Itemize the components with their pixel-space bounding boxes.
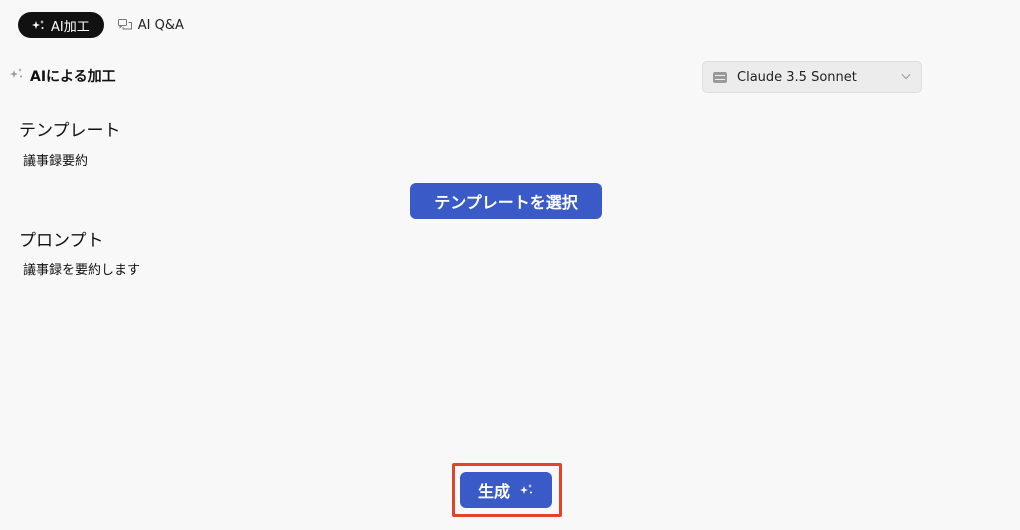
select-template-button[interactable]: テンプレートを選択 [410, 183, 602, 219]
model-select-value: Claude 3.5 Sonnet [737, 69, 857, 85]
chevron-down-icon [901, 70, 911, 85]
tab-ai-qa[interactable]: AI Q&A [114, 12, 188, 38]
mode-tabs: AI加工 AI Q&A [18, 12, 188, 38]
chat-icon [117, 18, 132, 32]
sparkle-icon [10, 68, 24, 84]
sparkle-icon [32, 19, 45, 31]
ai-processing-panel: AI加工 AI Q&A AIによる加工 Claude 3.5 Sonnet テン… [0, 0, 1020, 530]
template-title: テンプレート [19, 121, 121, 141]
prompt-title: プロンプト [19, 231, 104, 251]
tab-ai-processing[interactable]: AI加工 [18, 12, 104, 38]
template-value: 議事録要約 [23, 154, 89, 169]
tab-label: AI Q&A [137, 17, 184, 33]
tab-label: AI加工 [51, 19, 90, 35]
prompt-value[interactable]: 議事録を要約します [23, 259, 140, 278]
section-title-text: AIによる加工 [30, 69, 116, 85]
generate-label: 生成 [477, 482, 510, 501]
select-template-label: テンプレートを選択 [434, 193, 578, 212]
model-select[interactable]: Claude 3.5 Sonnet [702, 61, 922, 93]
model-icon [713, 71, 727, 83]
section-title: AIによる加工 [10, 66, 116, 86]
generate-button[interactable]: 生成 [460, 472, 552, 508]
sparkle-icon [520, 481, 534, 500]
